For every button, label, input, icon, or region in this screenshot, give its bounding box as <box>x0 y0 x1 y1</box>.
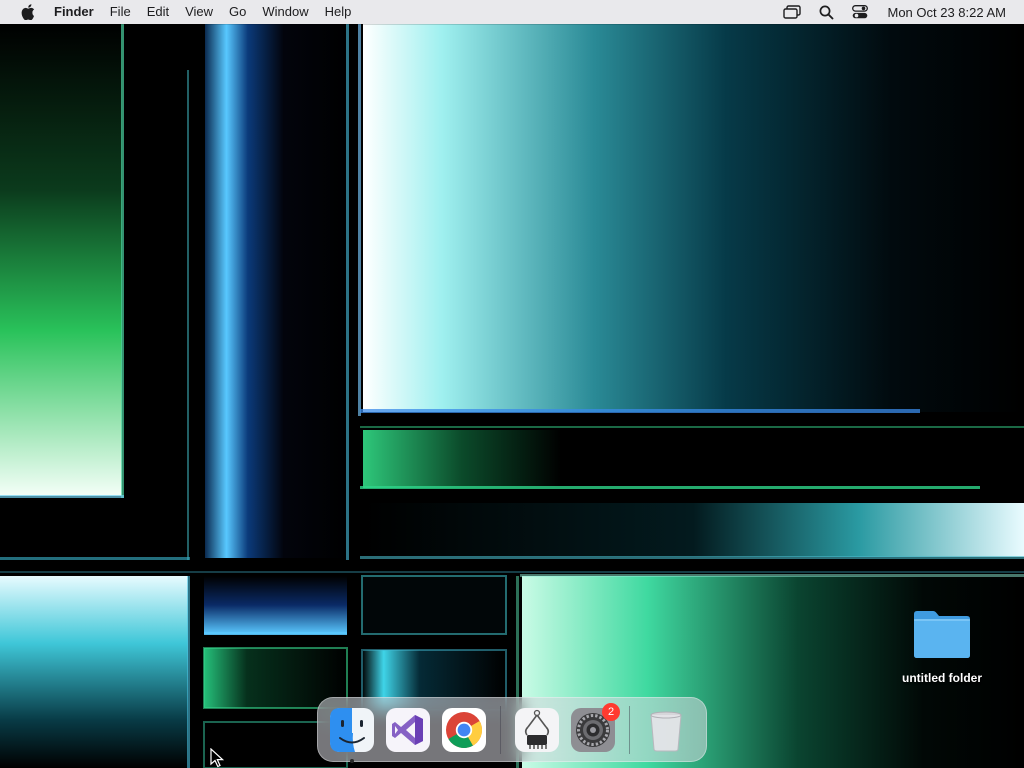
control-center-icon[interactable] <box>849 0 871 24</box>
screen-mirroring-icon[interactable] <box>781 0 803 24</box>
finder-icon <box>330 707 374 752</box>
menu-file[interactable]: File <box>102 0 139 24</box>
dock-item-visual-studio[interactable] <box>385 707 431 753</box>
dock-item-system-information[interactable] <box>514 707 560 753</box>
desktop-folder-untitled[interactable]: untitled folder <box>892 608 992 685</box>
menu-edit[interactable]: Edit <box>139 0 177 24</box>
finder-running-indicator <box>350 758 354 763</box>
menu-app-finder[interactable]: Finder <box>46 0 102 24</box>
desktop-screen: Finder File Edit View Go Window Help Mon… <box>0 0 1024 768</box>
menu-window[interactable]: Window <box>254 0 316 24</box>
dock-item-chrome[interactable] <box>441 707 487 753</box>
menu-help[interactable]: Help <box>317 0 360 24</box>
dock-divider <box>629 705 630 754</box>
visual-studio-icon <box>386 707 430 752</box>
menu-clock[interactable]: Mon Oct 23 8:22 AM <box>887 5 1006 20</box>
trash-icon <box>650 711 682 751</box>
chrome-icon <box>442 707 486 752</box>
apple-icon[interactable] <box>16 0 40 24</box>
dock-item-finder[interactable] <box>329 707 375 763</box>
dock-divider <box>500 705 501 754</box>
menu-go[interactable]: Go <box>221 0 254 24</box>
dock: 2 <box>317 697 707 763</box>
folder-icon <box>911 608 973 665</box>
wallpaper <box>0 0 1024 768</box>
dock-item-system-settings[interactable]: 2 <box>570 702 620 753</box>
menu-bar: Finder File Edit View Go Window Help Mon… <box>0 0 1024 24</box>
mouse-pointer-icon <box>210 747 225 768</box>
system-information-icon <box>515 707 559 752</box>
menu-view[interactable]: View <box>177 0 221 24</box>
dock-item-trash[interactable] <box>643 707 689 753</box>
desktop-folder-label: untitled folder <box>902 671 982 685</box>
notification-badge: 2 <box>602 702 620 721</box>
search-icon[interactable] <box>815 0 837 24</box>
